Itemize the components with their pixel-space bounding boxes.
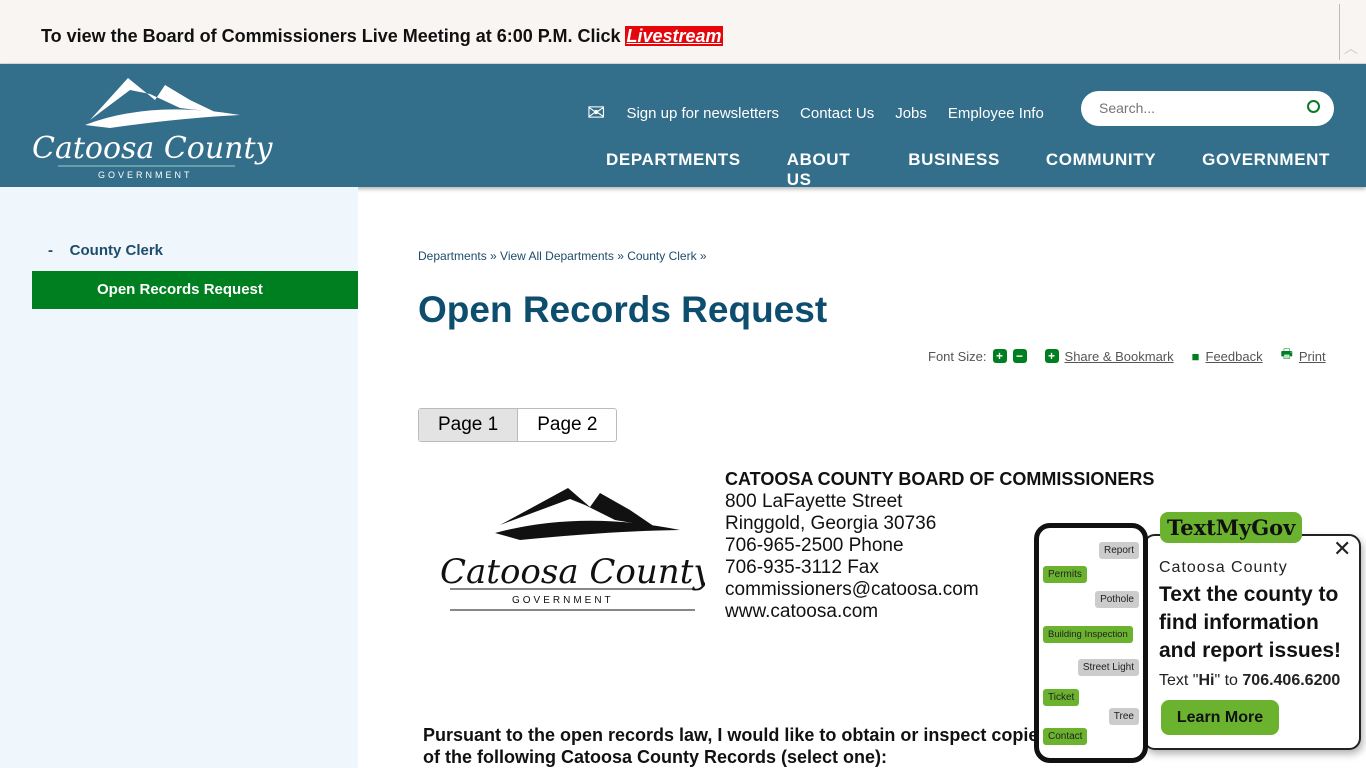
svg-text:Catoosa County: Catoosa County — [440, 552, 705, 592]
nav-government[interactable]: GOVERNMENT — [1192, 150, 1340, 196]
close-icon[interactable]: ✕ — [1333, 536, 1351, 562]
search-input[interactable] — [1099, 100, 1299, 116]
sidebar-item-county-clerk[interactable]: - County Clerk — [48, 242, 163, 259]
livestream-link[interactable]: Livestream — [625, 26, 723, 46]
utility-nav: ✉ Sign up for newsletters Contact Us Job… — [587, 100, 1044, 126]
search-icon[interactable] — [1307, 100, 1320, 113]
nav-community[interactable]: COMMUNITY — [1036, 150, 1166, 196]
learn-more-button[interactable]: Learn More — [1161, 700, 1279, 735]
breadcrumb[interactable]: Departments » View All Departments » Cou… — [418, 249, 707, 263]
print-icon: 🖶 — [1280, 346, 1293, 361]
contact-us-link[interactable]: Contact Us — [800, 105, 874, 122]
svg-text:GOVERNMENT: GOVERNMENT — [98, 170, 193, 180]
nav-about-us[interactable]: ABOUT US — [777, 150, 872, 196]
textmygov-logo: TextMyGov — [1160, 512, 1303, 543]
print-link[interactable]: Print — [1299, 349, 1326, 364]
newsletter-link[interactable]: Sign up for newsletters — [626, 105, 779, 122]
collapse-icon[interactable]: - — [48, 242, 53, 259]
sidebar-item-open-records[interactable]: Open Records Request — [32, 271, 358, 309]
textmygov-popup: TextMyGov ✕ Catoosa County Text the coun… — [1033, 510, 1366, 768]
font-decrease-icon[interactable]: − — [1012, 349, 1027, 363]
envelope-icon: ✉ — [587, 100, 606, 125]
website-link[interactable]: www.catoosa.com — [725, 601, 878, 622]
email-link[interactable]: commissioners@catoosa.com — [725, 579, 979, 600]
sidebar: - County Clerk Open Records Request — [0, 187, 358, 768]
page-title: Open Records Request — [418, 289, 828, 330]
share-bookmark-link[interactable]: Share & Bookmark — [1065, 349, 1174, 364]
tab-page-1[interactable]: Page 1 — [419, 409, 519, 441]
scrollbar[interactable] — [1339, 4, 1340, 60]
font-increase-icon[interactable]: + — [992, 349, 1007, 363]
phone-illustration: Report Permits Pothole Building Inspecti… — [1034, 523, 1148, 763]
tab-page-2[interactable]: Page 2 — [518, 409, 616, 441]
employee-info-link[interactable]: Employee Info — [948, 105, 1044, 122]
site-header: Catoosa County GOVERNMENT ✉ Sign up for … — [0, 64, 1366, 196]
page-tools: Font Size: + − + Share & Bookmark ■ Feed… — [928, 345, 1326, 367]
jobs-link[interactable]: Jobs — [895, 105, 927, 122]
catoosa-county-logo-content: Catoosa County GOVERNMENT — [440, 488, 705, 611]
svg-text:Catoosa County: Catoosa County — [32, 131, 274, 166]
share-icon: + — [1044, 349, 1059, 363]
feedback-link[interactable]: Feedback — [1206, 349, 1263, 364]
catoosa-county-logo[interactable]: Catoosa County GOVERNMENT — [30, 70, 275, 182]
scroll-up-icon[interactable]: ︿ — [1344, 38, 1358, 58]
alert-message: To view the Board of Commissioners Live … — [41, 26, 723, 46]
nav-business[interactable]: BUSINESS — [898, 150, 1010, 196]
feedback-icon: ■ — [1191, 348, 1200, 364]
main-nav: DEPARTMENTS ABOUT US BUSINESS COMMUNITY … — [596, 150, 1366, 196]
nav-departments[interactable]: DEPARTMENTS — [596, 150, 751, 196]
page-tabs: Page 1 Page 2 — [418, 408, 618, 442]
alert-banner: To view the Board of Commissioners Live … — [0, 0, 1366, 64]
svg-text:GOVERNMENT: GOVERNMENT — [512, 595, 614, 606]
search-box — [1081, 91, 1334, 126]
form-intro: Pursuant to the open records law, I woul… — [423, 725, 1049, 767]
